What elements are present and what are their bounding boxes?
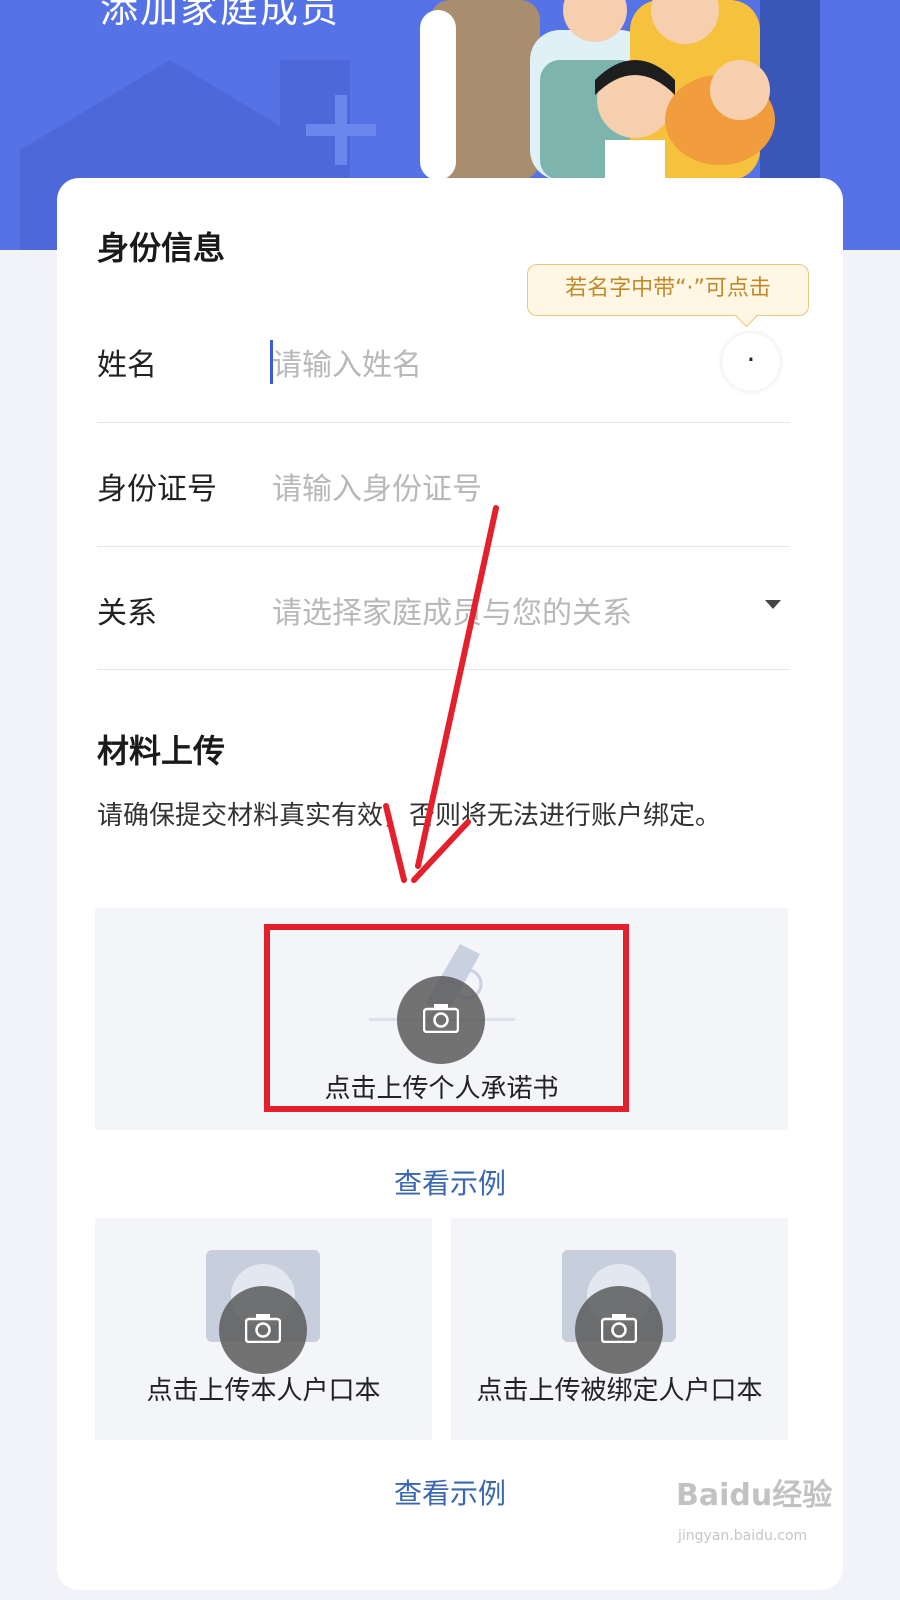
name-label: 姓名 [97,348,157,383]
upload-bound-person-household-register[interactable]: 点击上传被绑定人户口本 [451,1218,788,1440]
relationship-select[interactable]: 请选择家庭成员与您的关系 [272,588,742,632]
camera-icon[interactable] [575,1286,663,1374]
upload-own-register-label: 点击上传本人户口本 [146,1376,381,1406]
identity-section-title: 身份信息 [97,229,226,267]
divider [97,546,790,547]
relationship-label: 关系 [97,596,157,631]
watermark-url: jingyan.baidu.com [678,1528,808,1544]
upload-bound-register-label: 点击上传被绑定人户口本 [476,1376,763,1406]
page-title: 添加家庭成员 [100,0,341,31]
view-example-link[interactable]: 查看示例 [57,1162,843,1202]
name-input[interactable]: 请输入姓名 [272,340,742,384]
form-card: 身份信息 若名字中带“·”可点击 姓名 请输入姓名 · 身份证号 请输入身份证号… [57,178,843,1590]
divider [97,669,790,670]
dot-hint-tooltip: 若名字中带“·”可点击 [527,264,809,316]
materials-section-title: 材料上传 [97,732,226,770]
watermark-logo: Baidu经验 [676,1478,833,1513]
divider [97,422,790,423]
highlight-box [264,924,629,1112]
insert-dot-button[interactable]: · [722,333,780,391]
materials-description: 请确保提交材料真实有效，否则将无法进行账户绑定。 [97,801,722,831]
family-illustration [420,0,820,180]
upload-own-household-register[interactable]: 点击上传本人户口本 [95,1218,432,1440]
camera-icon[interactable] [219,1286,307,1374]
dropdown-caret-icon[interactable] [765,600,781,609]
id-number-input[interactable]: 请输入身份证号 [272,464,742,508]
id-number-label: 身份证号 [97,472,217,507]
